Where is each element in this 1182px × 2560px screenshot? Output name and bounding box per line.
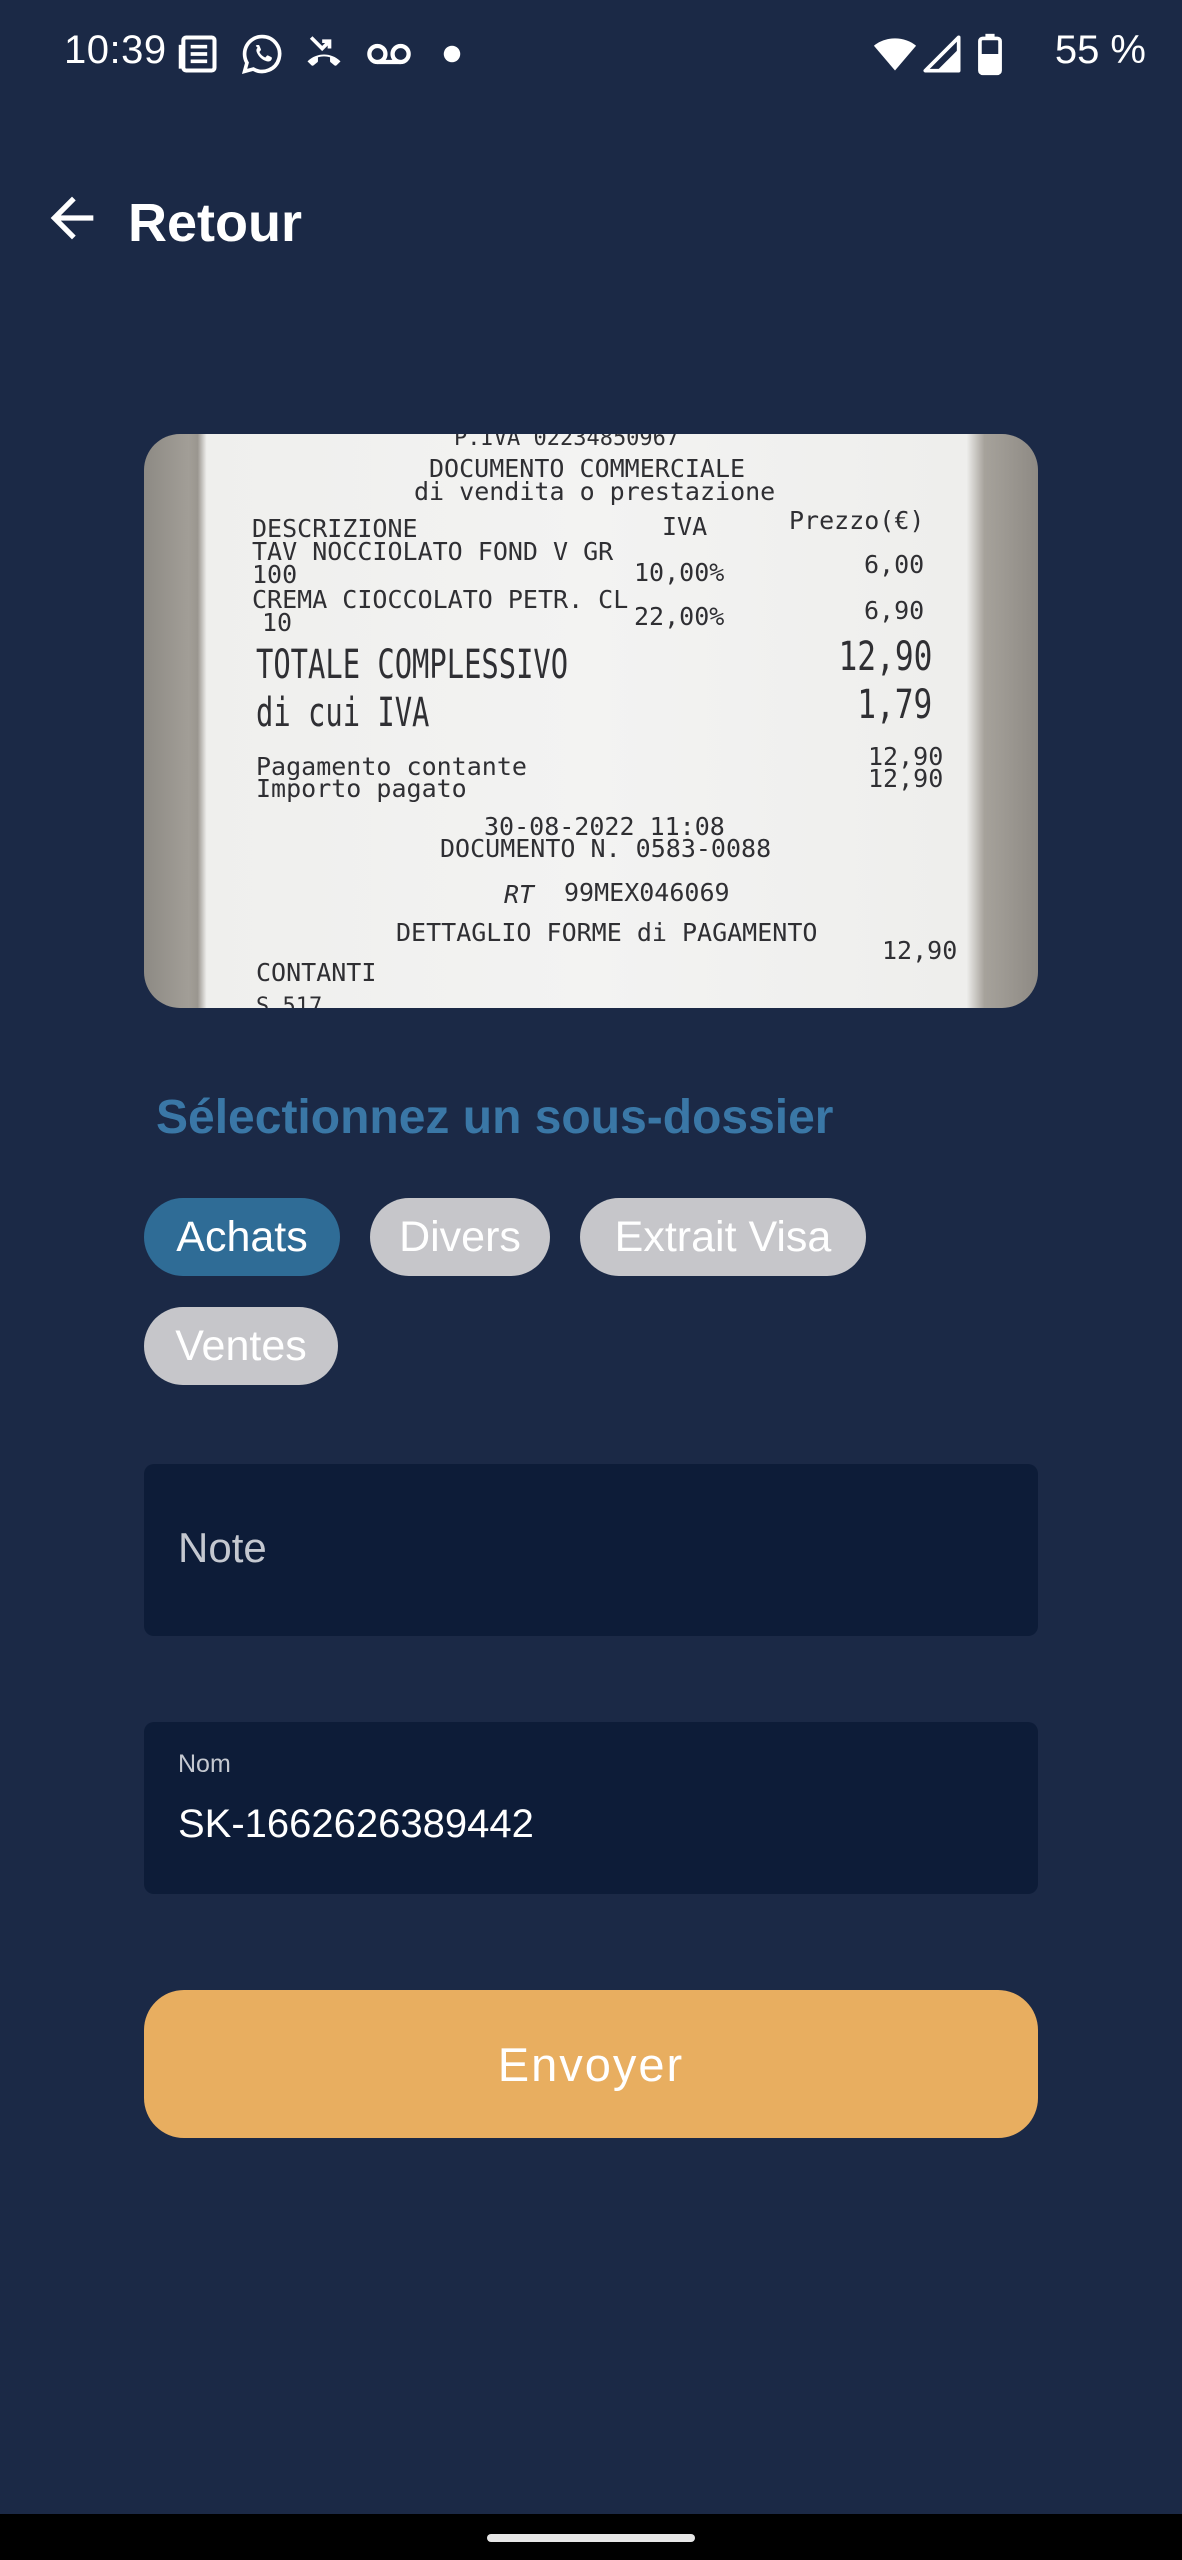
signal-icon — [923, 35, 961, 73]
battery-percentage: 55 % — [1054, 28, 1146, 72]
chip-extrait-visa[interactable]: Extrait Visa — [580, 1198, 866, 1276]
status-bar: 10:39 55 % — [0, 0, 1182, 108]
battery-icon — [978, 33, 1002, 76]
chip-achats[interactable]: Achats — [144, 1198, 340, 1276]
home-indicator[interactable] — [487, 2534, 695, 2542]
name-field-value: SK-1662626389442 — [178, 1802, 534, 1846]
whatsapp-icon — [241, 34, 282, 75]
news-icon — [178, 35, 217, 73]
note-field[interactable]: Note — [144, 1464, 1038, 1636]
subfolder-section-title: Sélectionnez un sous-dossier — [156, 1091, 834, 1144]
dot-icon — [443, 45, 461, 63]
missed-call-icon — [307, 36, 341, 66]
voicemail-icon — [367, 43, 411, 65]
name-field[interactable]: Nom SK-1662626389442 — [144, 1722, 1038, 1894]
status-time: 10:39 — [64, 28, 167, 72]
receipt-content: P.IVA 02234850967 DOCUMENTO COMMERCIALE … — [252, 434, 958, 1008]
back-arrow-icon[interactable] — [40, 186, 104, 250]
chip-divers[interactable]: Divers — [370, 1198, 550, 1276]
wifi-icon — [873, 38, 917, 71]
screen: 10:39 55 % Retour P.IVA 02234850967 DOCU… — [0, 0, 1182, 2560]
send-button[interactable]: Envoyer — [144, 1990, 1038, 2138]
chip-ventes[interactable]: Ventes — [144, 1307, 338, 1385]
name-field-label: Nom — [178, 1750, 231, 1778]
receipt-photo: P.IVA 02234850967 DOCUMENTO COMMERCIALE … — [144, 434, 1038, 1008]
note-placeholder: Note — [178, 1524, 267, 1571]
back-button[interactable]: Retour — [128, 192, 302, 254]
